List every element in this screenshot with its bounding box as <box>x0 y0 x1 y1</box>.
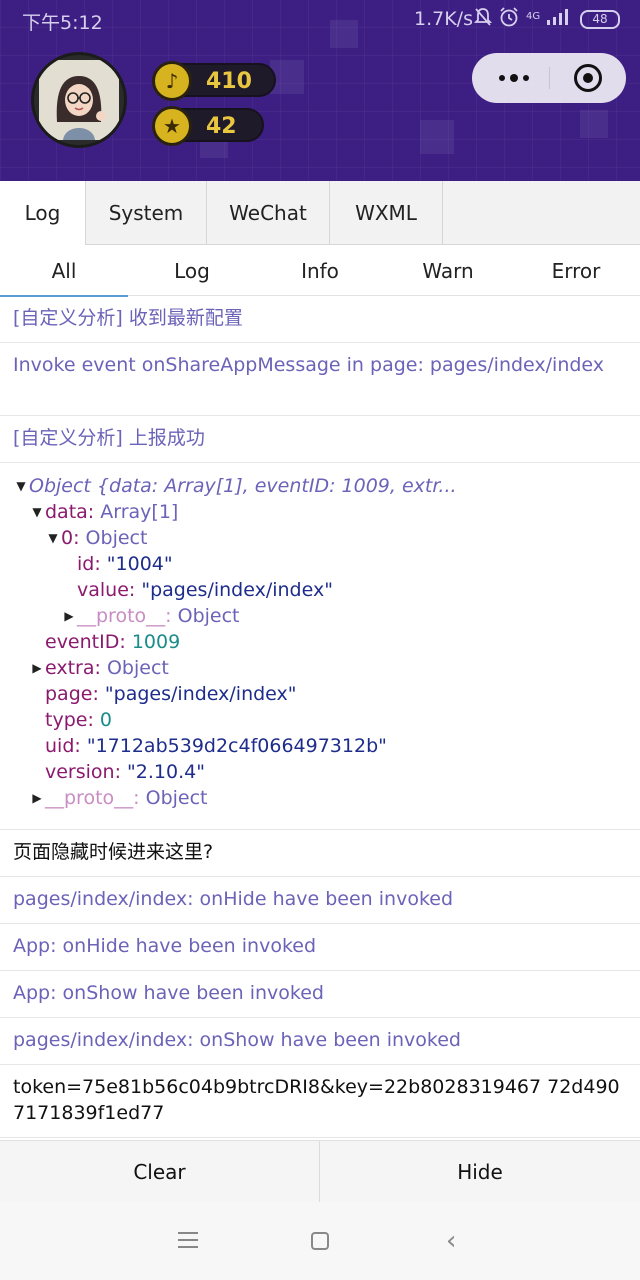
filter-warn[interactable]: Warn <box>384 245 512 296</box>
avatar-illustration <box>39 60 119 140</box>
collapsed-caret-icon[interactable]: ▶ <box>29 785 45 811</box>
log-row: [自定义分析] 收到最新配置 <box>0 296 640 343</box>
alarm-icon <box>500 7 518 27</box>
tree-node-eventid: eventID: 1009 <box>45 631 181 653</box>
stars-counter: ★ 42 <box>152 106 264 146</box>
vconsole-tabs: Log System WeChat WXML <box>0 181 640 245</box>
log-row: [自定义分析] 上报成功 <box>0 416 640 463</box>
tree-node-proto[interactable]: ▶ __proto__: Object <box>13 603 627 629</box>
collapsed-caret-icon[interactable]: ▶ <box>61 603 77 629</box>
filter-info[interactable]: Info <box>256 245 384 296</box>
collapsed-caret-icon[interactable]: ▶ <box>29 655 45 681</box>
network-type: 4G <box>526 11 541 22</box>
hide-button[interactable]: Hide <box>320 1141 640 1203</box>
log-row: Invoke event onShareAppMessage in page: … <box>0 343 640 416</box>
console-action-bar: Clear Hide <box>0 1140 640 1203</box>
filter-all[interactable]: All <box>0 245 128 297</box>
music-note-icon: ♪ <box>152 61 192 101</box>
filter-error[interactable]: Error <box>512 245 640 296</box>
tree-node-version: version: "2.10.4" <box>45 761 205 783</box>
recent-apps-icon[interactable] <box>178 1232 198 1248</box>
log-row: pages/index/index: onHide have been invo… <box>0 877 640 924</box>
star-icon: ★ <box>152 106 192 146</box>
header-decoration <box>580 110 608 138</box>
tab-system[interactable]: System <box>86 181 207 245</box>
log-row: token=75e81b56c04b9btrcDRI8&key=22b80283… <box>0 1065 640 1138</box>
tree-node-value: value: "pages/index/index" <box>77 579 333 601</box>
expanded-caret-icon[interactable]: ▼ <box>45 525 61 551</box>
log-filter-tabs: All Log Info Warn Error <box>0 245 640 297</box>
log-row: App: onShow have been invoked <box>0 971 640 1018</box>
home-icon[interactable] <box>311 1232 329 1250</box>
signal-icon <box>547 9 569 25</box>
mute-bell-icon <box>474 8 492 26</box>
battery-level: 48 <box>592 12 608 26</box>
filter-log[interactable]: Log <box>128 245 256 296</box>
app-header: 下午5:12 1.7K/s 4G 48 ♪ 410 ★ 42 <box>0 0 640 181</box>
status-time: 下午5:12 <box>22 12 103 34</box>
tree-node-extra[interactable]: ▶ extra: Object <box>13 655 627 681</box>
close-miniprogram-icon[interactable] <box>574 64 602 92</box>
tree-node-page: page: "pages/index/index" <box>45 683 297 705</box>
avatar[interactable] <box>31 52 127 148</box>
tree-node-id: id: "1004" <box>77 553 173 575</box>
more-icon[interactable] <box>492 65 536 91</box>
log-list: [自定义分析] 收到最新配置 Invoke event onShareAppMe… <box>0 296 640 1138</box>
status-icons: 4G <box>474 6 570 28</box>
log-row: pages/index/index: onShow have been invo… <box>0 1018 640 1065</box>
miniprogram-capsule <box>472 53 626 103</box>
tree-node-uid: uid: "1712ab539d2c4f066497312b" <box>45 735 387 757</box>
tree-node-type: type: 0 <box>45 709 112 731</box>
expanded-caret-icon[interactable]: ▼ <box>29 499 45 525</box>
log-object-tree: ▼ Object {data: Array[1], eventID: 1009,… <box>0 463 640 830</box>
tab-log[interactable]: Log <box>0 181 86 245</box>
log-row: 页面隐藏时候进来这里? <box>0 830 640 877</box>
object-summary-row[interactable]: ▼ Object {data: Array[1], eventID: 1009,… <box>13 473 627 499</box>
tree-node-item0[interactable]: ▼ 0: Object <box>13 525 627 551</box>
battery-icon: 48 <box>580 10 620 29</box>
tree-node-proto[interactable]: ▶ __proto__: Object <box>13 785 627 811</box>
tab-wechat[interactable]: WeChat <box>207 181 330 245</box>
tab-wxml[interactable]: WXML <box>330 181 443 245</box>
notes-count: 410 <box>206 69 252 94</box>
tree-node-data[interactable]: ▼ data: Array[1] <box>13 499 627 525</box>
log-row: App: onHide have been invoked <box>0 924 640 971</box>
clear-button[interactable]: Clear <box>0 1141 320 1203</box>
notes-counter: ♪ 410 <box>152 61 276 101</box>
capsule-divider <box>549 67 550 89</box>
header-decoration <box>420 120 454 154</box>
back-icon[interactable]: ‹ <box>446 1228 456 1254</box>
status-bar: 下午5:12 1.7K/s 4G 48 <box>0 0 640 40</box>
system-nav-bar: ‹ <box>0 1202 640 1280</box>
expanded-caret-icon[interactable]: ▼ <box>13 473 29 499</box>
status-speed: 1.7K/s <box>414 8 473 30</box>
stars-count: 42 <box>206 114 237 139</box>
